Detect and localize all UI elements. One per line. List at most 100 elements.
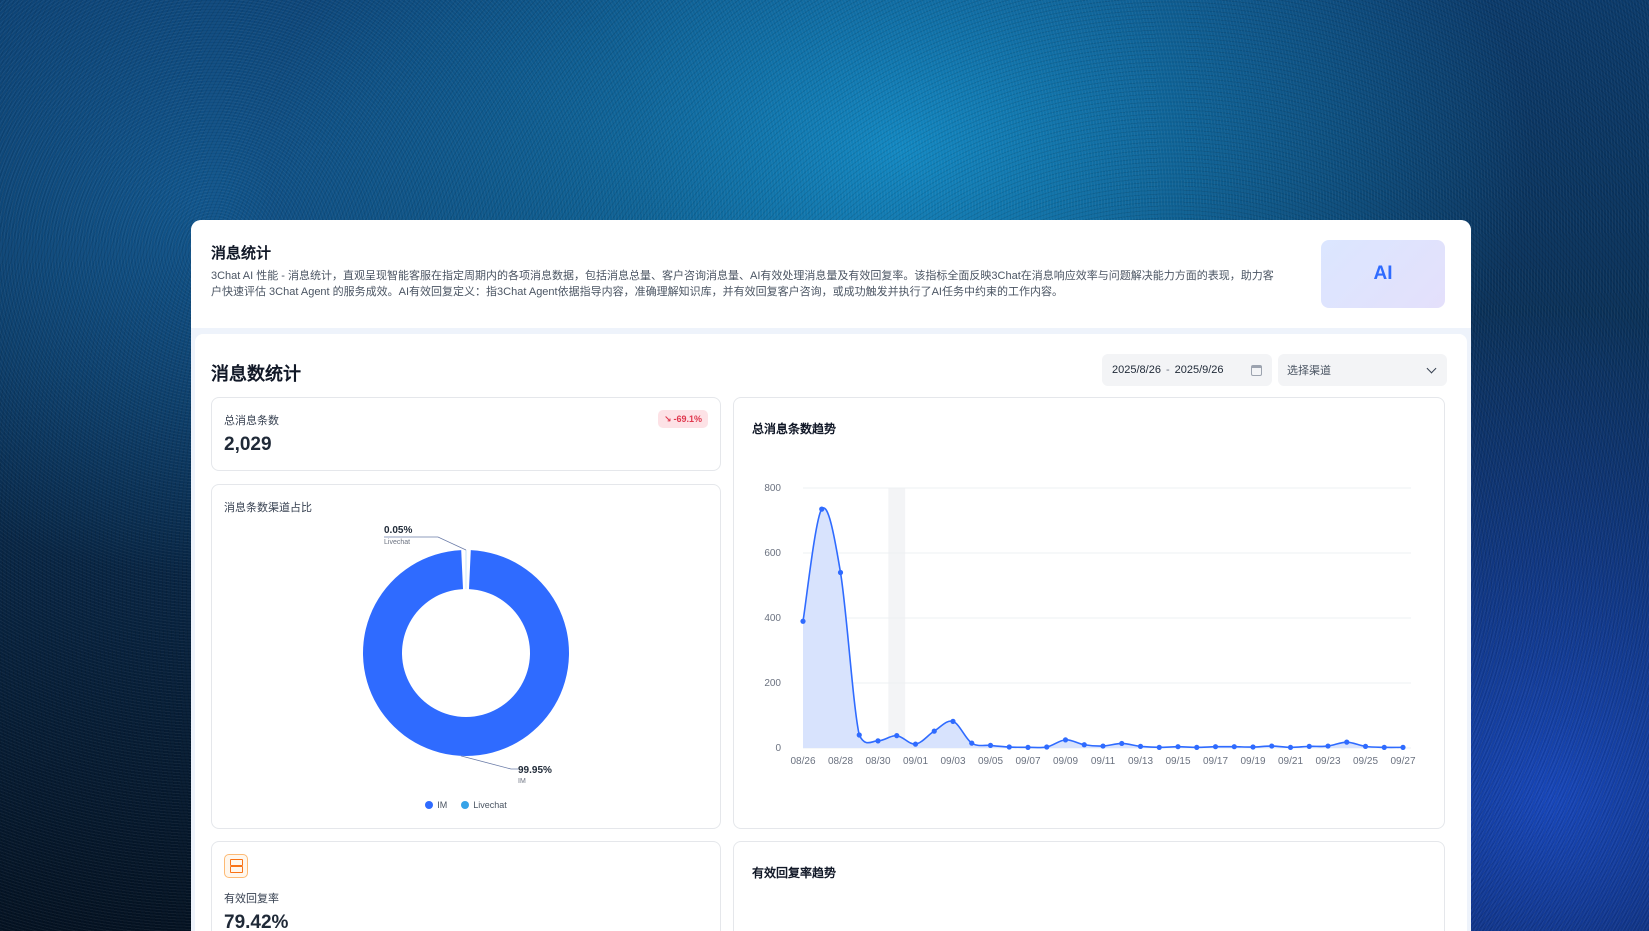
x-tick-label: 09/11 <box>1091 756 1116 767</box>
total-messages-label: 总消息条数 <box>224 415 279 427</box>
trend-title: 总消息条数趋势 <box>752 422 837 436</box>
x-tick-label: 09/05 <box>978 756 1003 767</box>
x-tick-label: 09/15 <box>1165 756 1190 767</box>
data-point <box>1137 743 1144 749</box>
y-tick-label: 800 <box>764 483 781 494</box>
data-point <box>1119 740 1125 747</box>
x-tick-label: 09/13 <box>1128 756 1153 767</box>
legend-item-livechat[interactable]: Livechat <box>461 800 507 810</box>
rate-trend-title: 有效回复率趋势 <box>752 866 837 880</box>
data-point <box>1194 744 1200 750</box>
x-tick-label: 09/09 <box>1053 756 1078 767</box>
donut-label-livechat: Livechat <box>384 539 410 546</box>
date-end: 2025/9/26 <box>1174 364 1224 376</box>
effective-rate-card: 有效回复率 79.42% <box>211 841 721 931</box>
x-tick-label: 09/03 <box>940 756 965 767</box>
y-tick-label: 400 <box>764 613 781 624</box>
rate-trend-card: 有效回复率趋势 <box>733 841 1445 931</box>
effective-rate-label: 有效回复率 <box>224 893 279 905</box>
ai-badge: AI <box>1321 240 1445 308</box>
data-point <box>1362 743 1369 749</box>
leader-line-im <box>460 755 518 770</box>
data-point <box>837 569 844 576</box>
legend-dot-livechat <box>461 801 470 809</box>
channel-select-placeholder: 选择渠道 <box>1287 365 1331 377</box>
stats-panel: 消息数统计 2025/8/26 - 2025/9/26 选择渠道 总消息条数 2… <box>195 334 1467 931</box>
x-tick-label: 08/30 <box>865 756 890 767</box>
data-point <box>1231 744 1237 750</box>
trend-down-icon: ↘ <box>664 413 672 424</box>
intro-title: 消息统计 <box>211 245 272 262</box>
effective-rate-value: 79.42% <box>224 912 289 931</box>
date-range-picker[interactable]: 2025/8/26 - 2025/9/26 <box>1102 354 1272 386</box>
x-tick-label: 09/17 <box>1203 756 1228 767</box>
data-point <box>1400 744 1406 750</box>
data-point <box>1100 743 1106 749</box>
data-point <box>1062 737 1069 743</box>
x-tick-label: 08/26 <box>790 756 815 767</box>
donut-legend: IM Livechat <box>212 800 720 810</box>
intro-panel: 消息统计 3Chat AI 性能 - 消息统计，直观呈现智能客服在指定周期内的各… <box>191 220 1471 328</box>
x-tick-label: 09/27 <box>1390 756 1415 767</box>
data-point <box>1306 743 1312 749</box>
data-point <box>1156 744 1162 750</box>
calendar-icon <box>1251 365 1262 376</box>
server-icon <box>224 854 248 878</box>
data-point <box>969 740 975 746</box>
data-point <box>1212 744 1219 750</box>
x-tick-label: 09/07 <box>1015 756 1040 767</box>
x-tick-label: 08/28 <box>828 756 853 767</box>
chevron-down-icon <box>1426 363 1437 374</box>
x-tick-label: 09/19 <box>1240 756 1265 767</box>
donut-label-im: IM <box>518 778 526 785</box>
data-point <box>1250 744 1256 750</box>
channel-select[interactable]: 选择渠道 <box>1278 354 1447 386</box>
data-point <box>856 732 862 738</box>
data-point <box>1381 744 1387 750</box>
data-point <box>950 718 956 724</box>
legend-label-livechat: Livechat <box>473 800 507 810</box>
data-point <box>1269 743 1275 749</box>
x-tick-label: 09/01 <box>903 756 928 767</box>
donut-value-im: 99.95% <box>518 765 552 776</box>
change-badge: ↘ -69.1% <box>658 410 709 428</box>
channel-share-card: 消息条数渠道占比 0.05% Livechat 99.95% IM IM Livech… <box>211 484 721 829</box>
data-point <box>1175 744 1181 750</box>
legend-label-im: IM <box>437 800 448 810</box>
y-tick-label: 200 <box>764 678 781 689</box>
donut-value-livechat: 0.05% <box>384 525 412 536</box>
date-separator: - <box>1165 364 1170 376</box>
data-point <box>1325 743 1331 749</box>
data-point <box>819 506 825 512</box>
legend-item-im[interactable]: IM <box>425 800 447 810</box>
date-start: 2025/8/26 <box>1112 364 1161 376</box>
legend-dot-im <box>425 801 434 809</box>
total-messages-card: 总消息条数 2,029 ↘ -69.1% <box>211 397 721 471</box>
data-point <box>987 742 994 748</box>
trend-chart[interactable]: 0 200 400 600 800 08/26 08/28 08/30 09/01 09/03 09… <box>734 462 1444 822</box>
y-tick-label: 600 <box>764 548 781 559</box>
intro-description: 3Chat AI 性能 - 消息统计，直观呈现智能客服在指定周期内的各项消息数据… <box>211 270 1274 298</box>
data-point <box>1287 744 1294 750</box>
x-tick-label: 09/21 <box>1278 756 1303 767</box>
channel-share-title: 消息条数渠道占比 <box>224 502 312 514</box>
x-tick-label: 09/23 <box>1315 756 1340 767</box>
data-point <box>1006 744 1012 750</box>
data-point <box>1044 744 1050 750</box>
x-tick-label: 09/25 <box>1353 756 1378 767</box>
data-point <box>1344 739 1350 745</box>
section-title: 消息数统计 <box>211 364 301 384</box>
data-point <box>800 618 806 624</box>
change-value: -69.1% <box>673 414 703 424</box>
donut-chart: 0.05% Livechat 99.95% IM <box>363 525 569 785</box>
y-tick-label: 0 <box>775 743 781 754</box>
data-point <box>1025 744 1031 750</box>
app-window: 消息统计 3Chat AI 性能 - 消息统计，直观呈现智能客服在指定周期内的各… <box>191 220 1471 931</box>
data-point <box>894 733 900 739</box>
data-point <box>931 728 937 734</box>
data-point <box>1081 742 1087 748</box>
data-point <box>912 741 919 747</box>
trend-card: 总消息条数趋势 0 200 400 600 800 08/26 08/28 08/30 09/0… <box>733 397 1445 829</box>
data-point <box>875 738 881 744</box>
total-messages-value: 2,029 <box>224 434 272 455</box>
